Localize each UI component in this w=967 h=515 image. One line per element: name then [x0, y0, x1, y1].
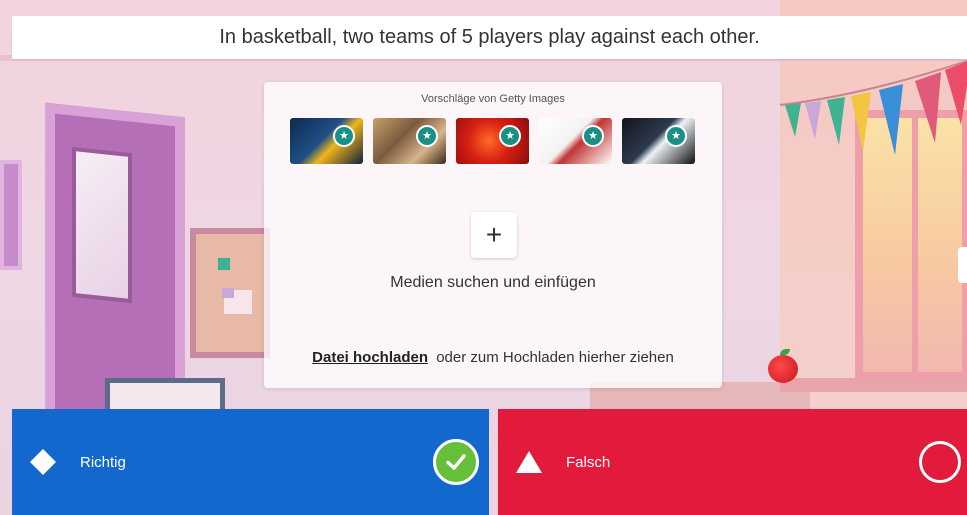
side-handle[interactable] — [958, 247, 967, 283]
getty-thumbnail[interactable]: ★ — [622, 118, 695, 164]
getty-suggestions-label: Vorschläge von Getty Images — [421, 93, 565, 105]
add-media-button[interactable]: + — [471, 212, 517, 258]
question-bar[interactable]: In basketball, two teams of 5 players pl… — [12, 16, 967, 59]
question-text[interactable]: In basketball, two teams of 5 players pl… — [219, 26, 759, 49]
pin-note — [218, 258, 230, 270]
apple — [768, 355, 798, 383]
getty-thumbnail[interactable]: ★ — [290, 118, 363, 164]
media-panel: Vorschläge von Getty Images ★ ★ ★ ★ ★ + … — [264, 82, 722, 388]
star-icon: ★ — [333, 125, 355, 147]
star-icon: ★ — [582, 125, 604, 147]
thumbnail-list: ★ ★ ★ ★ ★ — [290, 118, 695, 164]
correct-check-icon[interactable] — [433, 439, 479, 485]
plus-icon: + — [485, 219, 503, 250]
search-media-label[interactable]: Medien suchen und einfügen — [264, 274, 722, 292]
upload-row: Datei hochladen oder zum Hochladen hierh… — [264, 349, 722, 366]
star-icon: ★ — [499, 125, 521, 147]
answer-label: Falsch — [566, 453, 611, 471]
answer-false-option[interactable]: Falsch — [498, 409, 967, 515]
answer-true-option[interactable]: Richtig — [12, 409, 489, 515]
star-icon: ★ — [416, 125, 438, 147]
answer-label: Richtig — [80, 453, 126, 471]
window-sill — [780, 378, 967, 392]
door-window — [72, 146, 132, 304]
upload-file-link[interactable]: Datei hochladen — [312, 349, 428, 366]
mark-correct-toggle[interactable] — [919, 441, 961, 483]
bunting-flags — [779, 59, 967, 155]
wall-picture — [0, 160, 22, 270]
upload-hint: oder zum Hochladen hierher ziehen — [436, 349, 674, 366]
getty-thumbnail[interactable]: ★ — [539, 118, 612, 164]
getty-thumbnail[interactable]: ★ — [373, 118, 446, 164]
star-icon: ★ — [665, 125, 687, 147]
triangle-icon — [512, 445, 546, 479]
diamond-icon — [26, 445, 60, 479]
pin-note — [222, 288, 234, 298]
getty-thumbnail[interactable]: ★ — [456, 118, 529, 164]
